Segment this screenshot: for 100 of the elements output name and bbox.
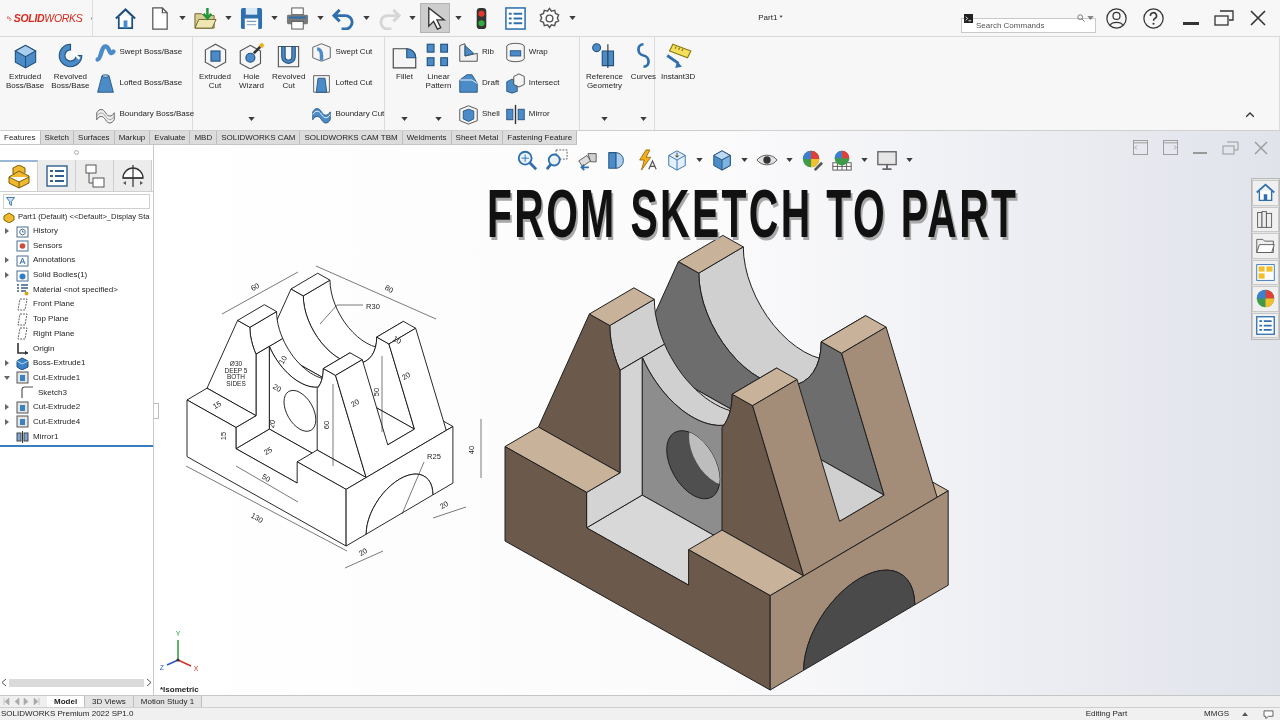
filter-field[interactable] bbox=[3, 194, 150, 209]
ribbon-command[interactable]: Lofted Cut bbox=[311, 71, 385, 95]
caret-icon[interactable] bbox=[454, 16, 462, 20]
caret-icon[interactable] bbox=[568, 16, 576, 20]
caret-icon[interactable] bbox=[224, 16, 232, 20]
tree-item[interactable]: Origin bbox=[33, 342, 55, 355]
color-ball-icon[interactable] bbox=[801, 149, 823, 171]
search-field[interactable]: Search Commands bbox=[961, 17, 1096, 33]
scroll-left-icon[interactable] bbox=[2, 679, 6, 686]
task-pane-tab[interactable] bbox=[1252, 206, 1279, 232]
ribbon-command[interactable]: Draft bbox=[458, 71, 500, 95]
scene-ball-icon[interactable] bbox=[831, 149, 853, 171]
tree-item[interactable]: Sketch3 bbox=[38, 386, 67, 399]
tree-item[interactable]: Right Plane bbox=[33, 327, 75, 340]
ribbon-command[interactable]: Swept Cut bbox=[311, 40, 385, 64]
task-pane-tab[interactable] bbox=[1252, 286, 1279, 312]
caret-icon[interactable] bbox=[906, 158, 913, 162]
splitter-handle[interactable] bbox=[154, 403, 159, 419]
command-tab[interactable]: Fastening Feature bbox=[503, 131, 578, 144]
zoom-area-icon[interactable] bbox=[546, 149, 568, 171]
ribbon-command[interactable]: Instant3D bbox=[660, 39, 697, 81]
caret-icon[interactable] bbox=[600, 117, 608, 121]
scroll-right-icon[interactable] bbox=[147, 679, 151, 686]
shaded-cube-icon[interactable] bbox=[711, 149, 733, 171]
expand-arrow-icon[interactable] bbox=[4, 272, 10, 279]
ribbon-command[interactable]: Boundary Cut bbox=[311, 102, 385, 126]
ribbon-command[interactable]: Hole Wizard bbox=[237, 39, 267, 90]
grip-icon[interactable] bbox=[74, 150, 79, 155]
scrollbar-thumb[interactable] bbox=[9, 678, 144, 687]
command-tab[interactable]: Surfaces bbox=[74, 131, 115, 144]
unit-system[interactable]: MMGS bbox=[1204, 708, 1229, 720]
caret-icon[interactable] bbox=[248, 117, 256, 121]
tree-item[interactable]: Solid Bodies(1) bbox=[33, 269, 88, 282]
caret-icon[interactable] bbox=[639, 117, 647, 121]
tree-item[interactable]: Cut-Extrude2 bbox=[33, 401, 81, 414]
command-tab[interactable]: Weldments bbox=[402, 131, 452, 144]
ribbon-command[interactable]: Fillet bbox=[390, 39, 419, 81]
ribbon-command[interactable]: Rib bbox=[458, 40, 500, 64]
tree-item[interactable]: Cut-Extrude4 bbox=[33, 415, 81, 428]
caret-icon[interactable] bbox=[401, 117, 408, 121]
caret-icon[interactable] bbox=[435, 117, 442, 121]
minimize-icon[interactable] bbox=[1183, 21, 1199, 25]
command-tab[interactable]: SOLIDWORKS CAM TBM bbox=[300, 131, 403, 144]
restore-icon[interactable] bbox=[1214, 10, 1234, 26]
expand-arrow-icon[interactable] bbox=[4, 418, 10, 425]
collapse-icon[interactable] bbox=[1246, 112, 1254, 117]
command-tab[interactable]: MBD bbox=[190, 131, 218, 144]
tile-right-icon[interactable] bbox=[1163, 140, 1178, 155]
panel-tab[interactable] bbox=[38, 160, 76, 191]
ribbon-command[interactable]: Intersect bbox=[504, 71, 560, 95]
monitor-icon[interactable] bbox=[876, 149, 898, 171]
expand-arrow-icon[interactable] bbox=[4, 360, 10, 367]
caret-icon[interactable] bbox=[270, 16, 278, 20]
ribbon-command[interactable]: Curves bbox=[628, 39, 658, 81]
panel-tab[interactable] bbox=[114, 160, 152, 191]
tree-item[interactable]: Boss-Extrude1 bbox=[33, 357, 86, 370]
task-pane-tab[interactable] bbox=[1252, 312, 1279, 338]
ribbon-command[interactable]: Mirror bbox=[504, 102, 560, 126]
ribbon-command[interactable]: Extruded Cut bbox=[198, 39, 233, 90]
tree-item[interactable]: History bbox=[33, 225, 58, 238]
tree-item[interactable]: Material <not specified> bbox=[33, 283, 118, 296]
command-tab[interactable]: Evaluate bbox=[150, 131, 191, 144]
select-button[interactable] bbox=[420, 3, 450, 33]
expand-arrow-icon[interactable] bbox=[4, 374, 10, 381]
command-tab[interactable]: Sketch bbox=[40, 131, 75, 144]
help-icon[interactable] bbox=[1143, 7, 1164, 29]
caret-icon[interactable] bbox=[696, 158, 703, 162]
tree-item[interactable]: Mirror1 bbox=[33, 430, 59, 443]
expand-arrow-icon[interactable] bbox=[4, 404, 10, 411]
tree-item[interactable]: Top Plane bbox=[33, 313, 69, 326]
ribbon-command[interactable]: Wrap bbox=[504, 40, 560, 64]
ribbon-command[interactable]: Linear Pattern bbox=[424, 39, 453, 90]
search-icon[interactable] bbox=[1077, 14, 1085, 22]
caret-icon[interactable] bbox=[316, 16, 324, 20]
cube-icon[interactable] bbox=[666, 149, 688, 171]
tile-left-icon[interactable] bbox=[1133, 140, 1148, 155]
expand-arrow-icon[interactable] bbox=[4, 257, 10, 264]
caret-icon[interactable] bbox=[861, 158, 868, 162]
tree-item[interactable]: Cut-Extrude1 bbox=[33, 371, 81, 384]
expand-arrow-icon[interactable] bbox=[4, 228, 10, 235]
zoom-icon[interactable] bbox=[516, 149, 538, 171]
ribbon-command[interactable]: Boundary Boss/Base bbox=[95, 102, 195, 126]
ribbon-command[interactable]: Revolved Boss/Base bbox=[50, 39, 91, 90]
caret-icon[interactable] bbox=[178, 16, 186, 20]
command-tab[interactable]: Sheet Metal bbox=[451, 131, 504, 144]
ribbon-command[interactable]: Shell bbox=[458, 102, 500, 126]
caret-icon[interactable] bbox=[362, 16, 370, 20]
tree-item[interactable]: Annotations bbox=[33, 254, 76, 267]
command-tab[interactable]: Markup bbox=[114, 131, 151, 144]
caret-icon[interactable] bbox=[741, 158, 748, 162]
ribbon-command[interactable]: Swept Boss/Base bbox=[95, 40, 195, 64]
tree-item[interactable]: Front Plane bbox=[33, 298, 75, 311]
command-tab[interactable]: SOLIDWORKS CAM bbox=[217, 131, 301, 144]
ribbon-command[interactable]: Lofted Boss/Base bbox=[95, 71, 195, 95]
task-pane-tab[interactable] bbox=[1252, 259, 1279, 285]
ribbon-command[interactable]: Revolved Cut bbox=[271, 39, 307, 90]
task-pane-tab[interactable] bbox=[1252, 233, 1279, 259]
task-pane-tab[interactable] bbox=[1252, 180, 1279, 206]
lightning-icon[interactable] bbox=[636, 149, 658, 171]
ribbon-command[interactable]: Extruded Boss/Base bbox=[5, 39, 46, 90]
